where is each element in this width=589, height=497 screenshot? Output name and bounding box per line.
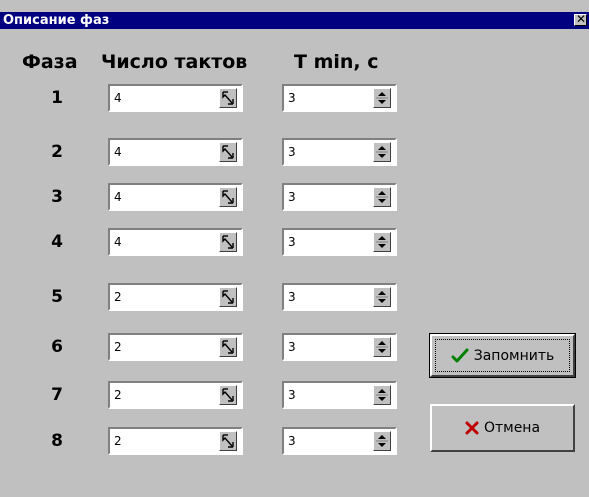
header-tmin: T min, с bbox=[294, 51, 379, 73]
tmin-value: 3 bbox=[288, 145, 296, 159]
cancel-button-label: Отмена bbox=[483, 420, 541, 436]
tmin-spin-button[interactable] bbox=[373, 232, 391, 252]
cycles-spin-field[interactable]: 2 bbox=[108, 283, 243, 311]
focus-rect bbox=[435, 339, 570, 372]
dialog-window: Описание фаз ✕ Фаза Число тактов T min, … bbox=[0, 0, 589, 497]
tmin-value: 3 bbox=[288, 388, 296, 402]
up-down-arrows-icon bbox=[376, 435, 388, 447]
phase-number: 7 bbox=[51, 385, 63, 405]
cycles-spin-button[interactable] bbox=[219, 287, 237, 307]
phase-number: 6 bbox=[51, 337, 63, 357]
cycles-spin-button[interactable] bbox=[219, 385, 237, 405]
tmin-spin-button[interactable] bbox=[373, 287, 391, 307]
tmin-spin-field[interactable]: 3 bbox=[282, 84, 397, 112]
title-bar: Описание фаз ✕ bbox=[0, 12, 589, 29]
cycles-spin-button[interactable] bbox=[219, 88, 237, 108]
save-button[interactable]: Запомнить bbox=[429, 333, 576, 378]
cycles-spin-button[interactable] bbox=[219, 431, 237, 451]
tmin-spin-field[interactable]: 3 bbox=[282, 381, 397, 409]
cycles-spin-field[interactable]: 2 bbox=[108, 333, 243, 361]
diagonal-arrows-icon bbox=[222, 145, 234, 159]
tmin-value: 3 bbox=[288, 190, 296, 204]
diagonal-arrows-icon bbox=[222, 91, 234, 105]
tmin-spin-button[interactable] bbox=[373, 385, 391, 405]
close-button[interactable]: ✕ bbox=[574, 12, 587, 26]
tmin-spin-field[interactable]: 3 bbox=[282, 228, 397, 256]
tmin-value: 3 bbox=[288, 235, 296, 249]
window-title: Описание фаз bbox=[3, 13, 110, 28]
tmin-spin-button[interactable] bbox=[373, 337, 391, 357]
cycles-spin-button[interactable] bbox=[219, 232, 237, 252]
cycles-value: 4 bbox=[114, 235, 122, 249]
diagonal-arrows-icon bbox=[222, 290, 234, 304]
cycles-spin-button[interactable] bbox=[219, 142, 237, 162]
up-down-arrows-icon bbox=[376, 389, 388, 401]
cancel-button[interactable]: Отмена bbox=[430, 404, 575, 452]
phase-number: 5 bbox=[51, 287, 63, 307]
cycles-value: 2 bbox=[114, 434, 122, 448]
diagonal-arrows-icon bbox=[222, 235, 234, 249]
tmin-spin-field[interactable]: 3 bbox=[282, 427, 397, 455]
cycles-value: 4 bbox=[114, 190, 122, 204]
phase-number: 8 bbox=[51, 431, 63, 451]
tmin-spin-field[interactable]: 3 bbox=[282, 283, 397, 311]
tmin-spin-button[interactable] bbox=[373, 187, 391, 207]
up-down-arrows-icon bbox=[376, 191, 388, 203]
cycles-spin-field[interactable]: 4 bbox=[108, 138, 243, 166]
diagonal-arrows-icon bbox=[222, 190, 234, 204]
cycles-spin-field[interactable]: 4 bbox=[108, 183, 243, 211]
header-cycles: Число тактов bbox=[101, 51, 248, 73]
phase-number: 4 bbox=[51, 232, 63, 252]
up-down-arrows-icon bbox=[376, 236, 388, 248]
tmin-spin-field[interactable]: 3 bbox=[282, 183, 397, 211]
cycles-value: 2 bbox=[114, 290, 122, 304]
header-phase: Фаза bbox=[22, 51, 78, 73]
up-down-arrows-icon bbox=[376, 291, 388, 303]
phase-number: 1 bbox=[51, 88, 63, 108]
tmin-spin-field[interactable]: 3 bbox=[282, 333, 397, 361]
cycles-value: 2 bbox=[114, 340, 122, 354]
tmin-spin-button[interactable] bbox=[373, 142, 391, 162]
cycles-spin-button[interactable] bbox=[219, 187, 237, 207]
phase-number: 3 bbox=[51, 187, 63, 207]
tmin-value: 3 bbox=[288, 290, 296, 304]
cycles-value: 2 bbox=[114, 388, 122, 402]
cycles-spin-field[interactable]: 4 bbox=[108, 228, 243, 256]
cycles-spin-field[interactable]: 4 bbox=[108, 84, 243, 112]
cycles-spin-button[interactable] bbox=[219, 337, 237, 357]
tmin-spin-button[interactable] bbox=[373, 88, 391, 108]
cycles-spin-field[interactable]: 2 bbox=[108, 381, 243, 409]
cycles-value: 4 bbox=[114, 91, 122, 105]
tmin-value: 3 bbox=[288, 340, 296, 354]
up-down-arrows-icon bbox=[376, 146, 388, 158]
diagonal-arrows-icon bbox=[222, 388, 234, 402]
phase-number: 2 bbox=[51, 142, 63, 162]
up-down-arrows-icon bbox=[376, 92, 388, 104]
cycles-value: 4 bbox=[114, 145, 122, 159]
diagonal-arrows-icon bbox=[222, 340, 234, 354]
close-icon: ✕ bbox=[576, 12, 587, 26]
tmin-value: 3 bbox=[288, 91, 296, 105]
diagonal-arrows-icon bbox=[222, 434, 234, 448]
up-down-arrows-icon bbox=[376, 341, 388, 353]
tmin-spin-field[interactable]: 3 bbox=[282, 138, 397, 166]
cross-icon bbox=[465, 421, 479, 435]
tmin-spin-button[interactable] bbox=[373, 431, 391, 451]
cycles-spin-field[interactable]: 2 bbox=[108, 427, 243, 455]
tmin-value: 3 bbox=[288, 434, 296, 448]
